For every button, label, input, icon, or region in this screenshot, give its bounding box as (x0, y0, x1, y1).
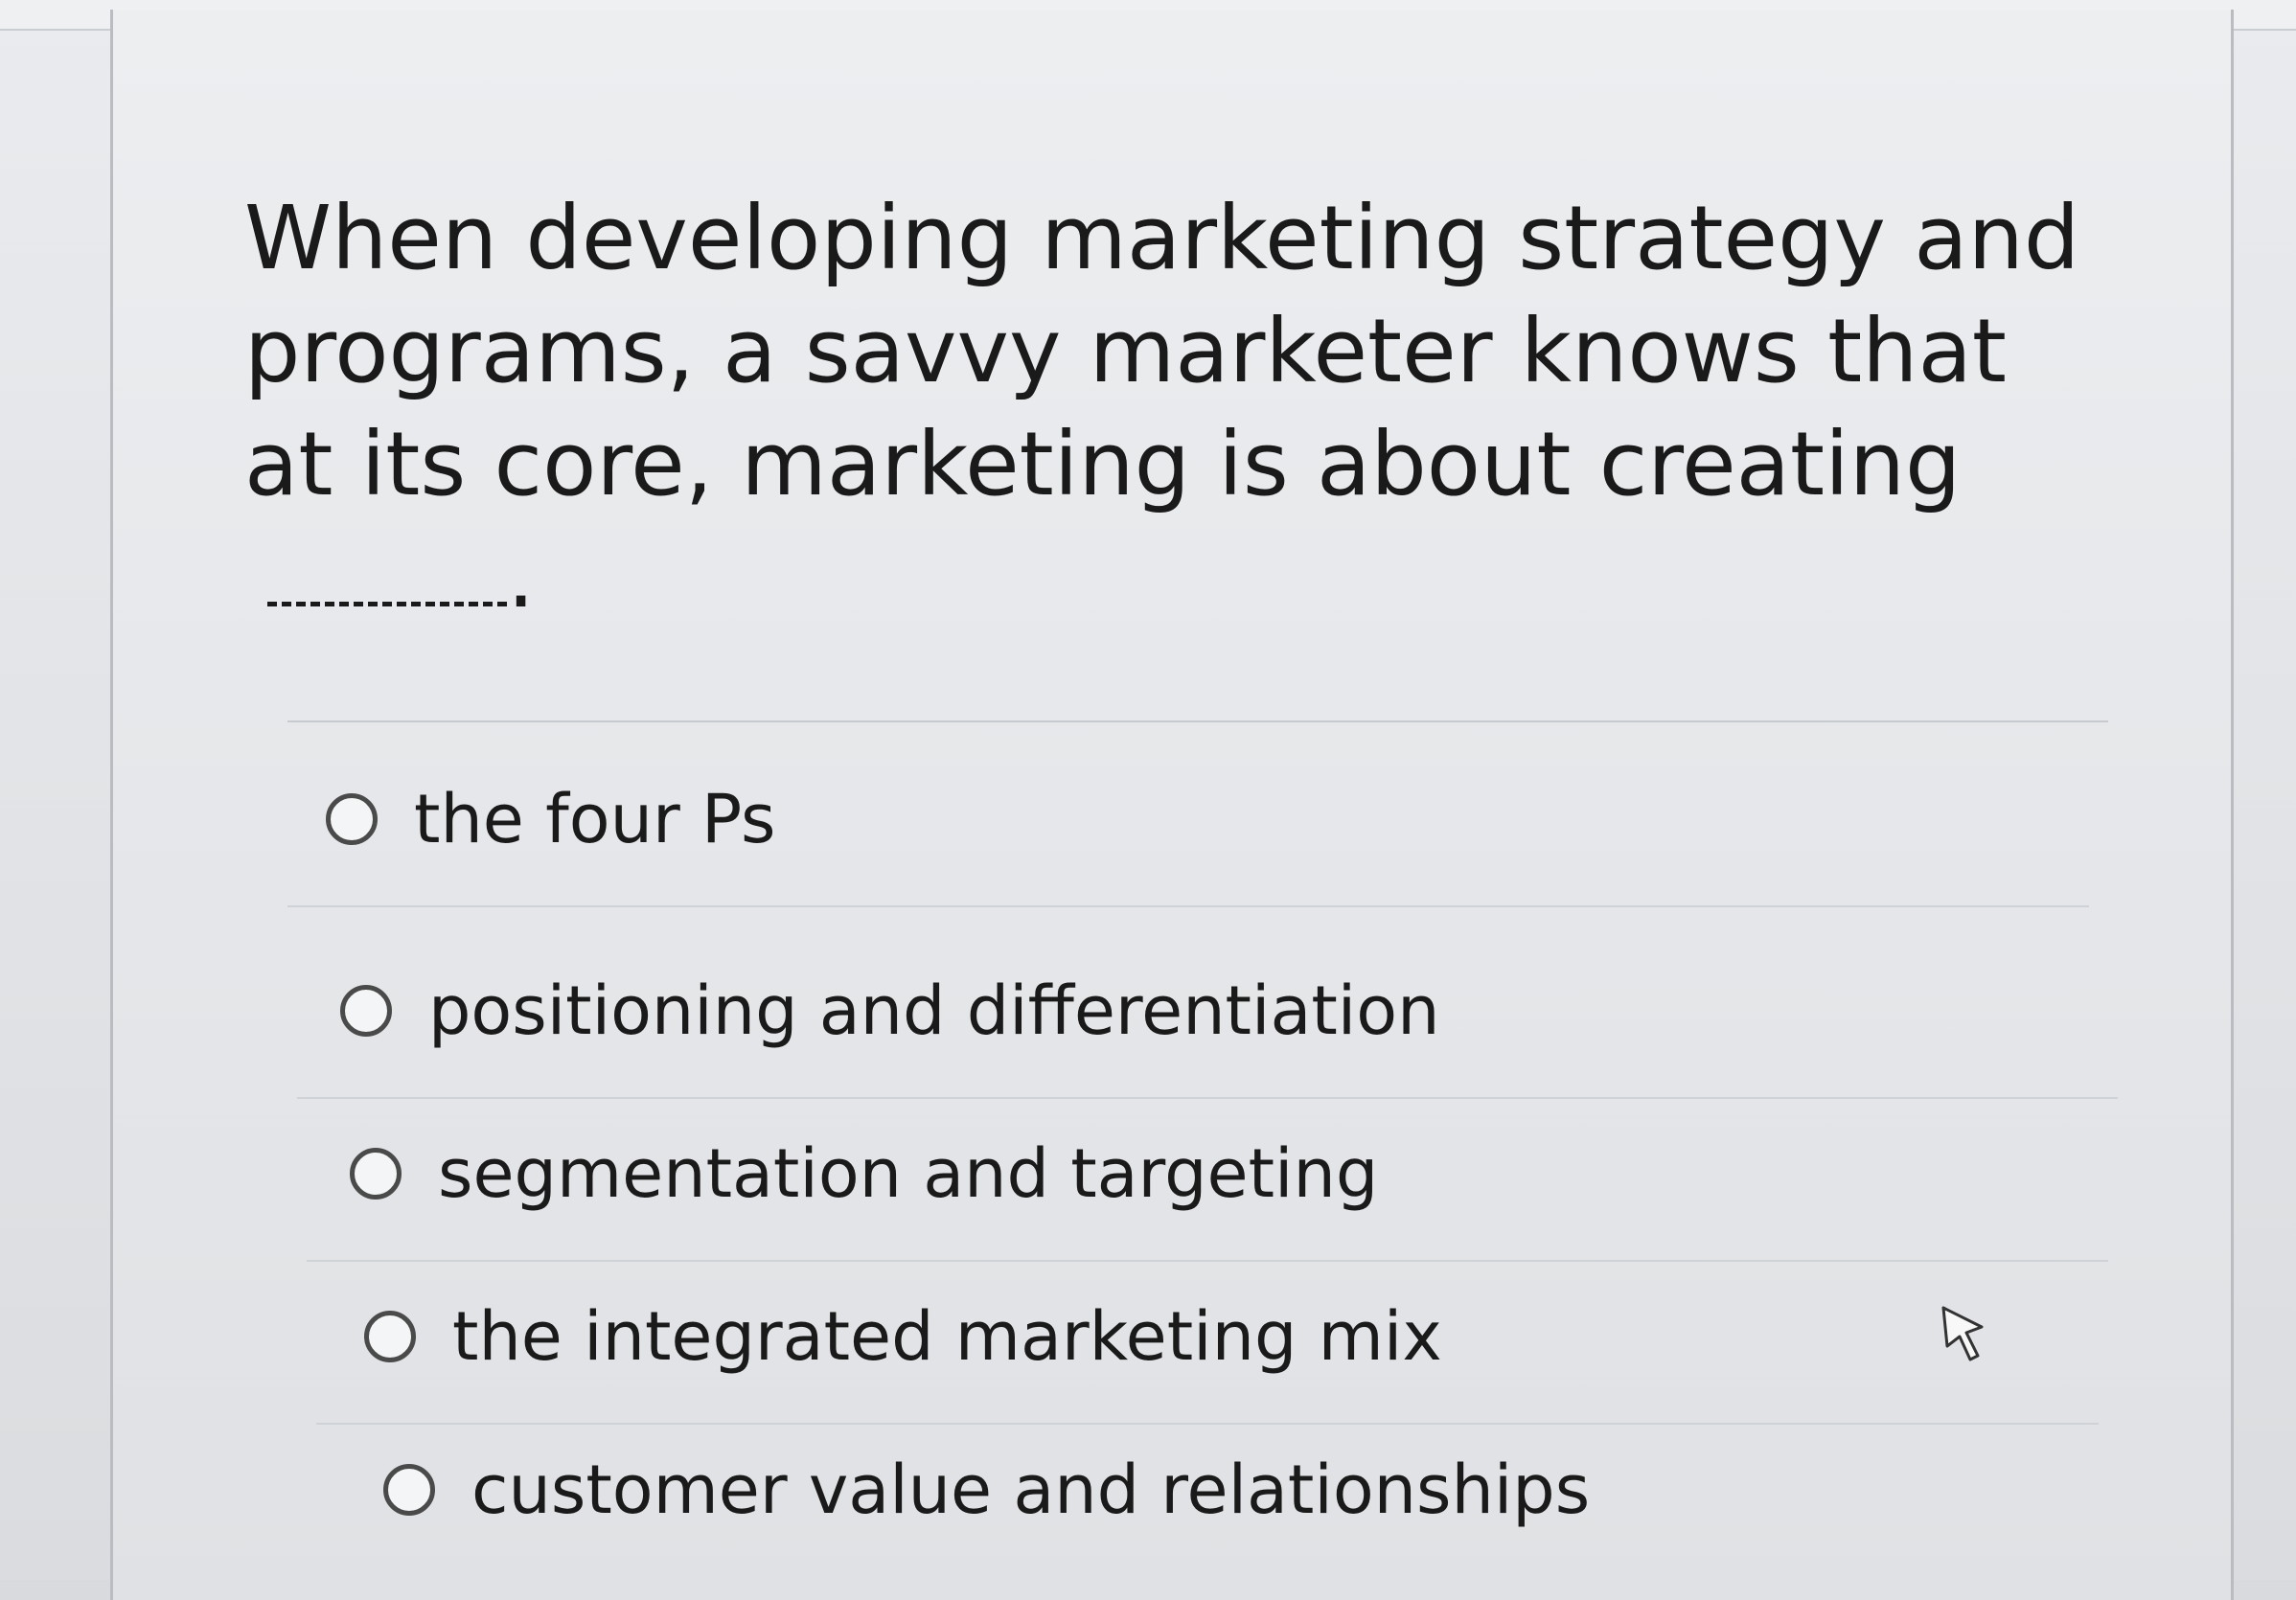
option-positioning-and-differentiation[interactable]: positioning and differentiation (340, 958, 1439, 1063)
radio-button[interactable] (383, 1464, 435, 1516)
radio-button[interactable] (326, 793, 378, 845)
hand-pointer-icon (1941, 1306, 1984, 1361)
radio-button[interactable] (350, 1148, 402, 1200)
question-text: When developing marketing strategy and p… (244, 182, 2094, 633)
option-label: the integrated marketing mix (452, 1297, 1442, 1376)
option-label: segmentation and targeting (438, 1134, 1379, 1213)
radio-button[interactable] (340, 985, 392, 1037)
answer-blank (267, 592, 507, 607)
option-customer-value-and-relationships[interactable]: customer value and relationships (383, 1437, 1590, 1543)
question-end-punctuation: . (507, 525, 536, 629)
option-divider (316, 1423, 2099, 1425)
question-prompt: When developing marketing strategy and p… (244, 187, 2080, 515)
option-divider (287, 905, 2089, 907)
option-the-four-ps[interactable]: the four Ps (326, 766, 775, 872)
option-integrated-marketing-mix[interactable]: the integrated marketing mix (364, 1284, 1442, 1389)
screen: When developing marketing strategy and p… (0, 0, 2296, 1600)
option-label: the four Ps (414, 780, 776, 858)
option-divider (307, 1260, 2108, 1262)
radio-button[interactable] (364, 1311, 416, 1362)
option-label: positioning and differentiation (428, 971, 1440, 1050)
option-label: customer value and relationships (471, 1451, 1591, 1529)
option-segmentation-and-targeting[interactable]: segmentation and targeting (350, 1121, 1378, 1226)
question-divider (287, 720, 2108, 722)
option-divider (297, 1097, 2118, 1099)
